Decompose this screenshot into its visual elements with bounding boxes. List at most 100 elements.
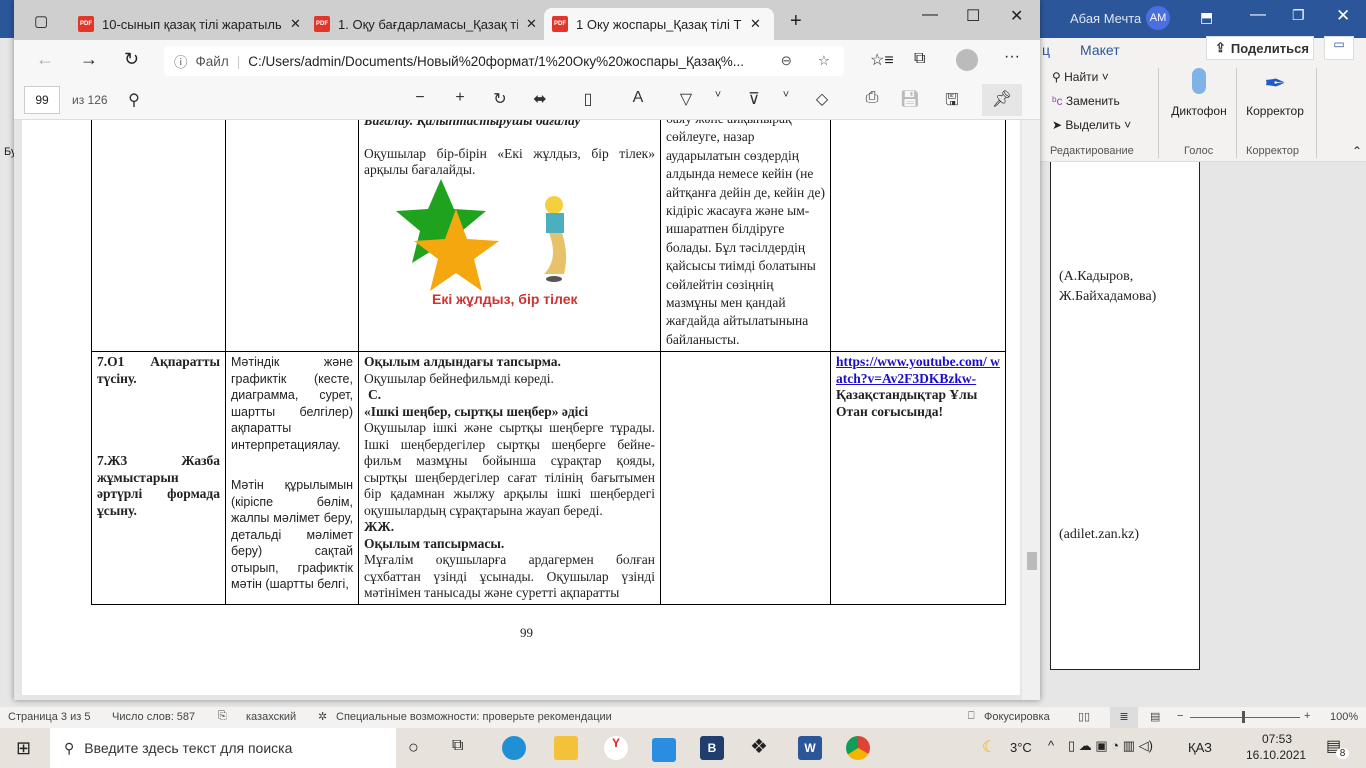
word-app-icon[interactable]: W [798, 736, 822, 760]
clock-date[interactable]: 16.10.2021 [1246, 748, 1306, 762]
tab-3-active[interactable]: PDF1 Оку жоспары_Қазақ тілі Т1_7✕ [544, 8, 774, 40]
tray-icons[interactable]: ▯ ☁ ▣ ◔ ▥ ◁) [1068, 738, 1153, 754]
tab-layout[interactable]: Макет [1080, 42, 1120, 58]
back-icon[interactable]: ← [36, 49, 54, 70]
draw-icon[interactable]: ▽ [674, 89, 698, 109]
avatar[interactable]: АМ [1146, 6, 1170, 30]
eraser-icon[interactable]: ◇ [810, 89, 834, 109]
refresh-icon[interactable]: ↻ [124, 49, 139, 70]
word-ribbon: ц Макет ⇪ Поделиться ▭ ⚲ Найти ˅ ᵇc Замен… [1040, 36, 1366, 162]
close-tab-icon[interactable]: ✕ [750, 16, 761, 32]
file-explorer-icon[interactable] [554, 736, 578, 760]
print-layout-icon[interactable]: ≣ [1110, 707, 1138, 728]
chevron-down-icon[interactable]: ˅ [774, 89, 798, 101]
zoom-level[interactable]: 100% [1330, 711, 1358, 723]
new-tab-icon[interactable]: + [790, 10, 802, 33]
focus-mode[interactable]: Фокусировка [984, 711, 1050, 723]
share-icon: ⇪ [1215, 40, 1226, 55]
save-icon[interactable]: 💾︎ [898, 89, 922, 109]
word-count[interactable]: Число слов: 587 [112, 711, 195, 723]
page-count[interactable]: Страница 3 из 5 [8, 711, 90, 723]
task-text: Оқушылар бейнефильмді көреді. [364, 370, 554, 386]
favorites-icon[interactable]: ☆≡ [870, 50, 894, 70]
print-icon[interactable]: ⎙ [860, 89, 884, 107]
zoom-icon[interactable]: ⊖ [781, 53, 792, 69]
page-number-input[interactable]: 99 [24, 86, 60, 114]
language[interactable]: казахский [246, 711, 296, 723]
dropbox-icon[interactable]: ❖ [750, 734, 768, 759]
dictate-button[interactable]: Диктофон [1166, 68, 1232, 118]
search-icon: ⚲ [1052, 70, 1065, 84]
chrome-icon[interactable] [846, 736, 870, 760]
b-app-icon[interactable]: B [700, 736, 724, 760]
rotate-icon[interactable]: ↻ [488, 89, 512, 109]
user-name: Абая Мечта [1070, 11, 1142, 26]
maximize-icon[interactable]: ☐ [966, 6, 980, 26]
zoom-out-icon[interactable]: − [408, 89, 432, 107]
scrollbar-thumb[interactable] [1027, 552, 1037, 570]
profile-icon[interactable] [956, 49, 978, 71]
pin-toolbar-icon[interactable]: 📌︎ [982, 84, 1022, 116]
minimize-icon[interactable]: — [1250, 6, 1266, 24]
collections-icon[interactable]: ⧉ [914, 50, 925, 68]
method-text: Оқушылар ішкі және сыртқы шеңберге тұрад… [364, 420, 655, 518]
mail-icon[interactable] [652, 738, 676, 762]
share-button[interactable]: ⇪ Поделиться [1206, 36, 1314, 60]
fit-width-icon[interactable]: ⬌ [528, 89, 552, 109]
tab-1[interactable]: PDF10-сынып қазақ тілі жаратылыстану✕ [70, 8, 309, 40]
comments-button[interactable]: ▭ [1324, 36, 1354, 60]
yandex-icon[interactable]: Y [604, 736, 628, 760]
page-view-icon[interactable]: ▯ [576, 89, 600, 109]
zoom-out-button[interactable]: − [1177, 710, 1183, 722]
ribbon-display-icon[interactable]: ⬒ [1200, 9, 1213, 26]
tab-2[interactable]: PDF 1. Оқу бағдарламасы_Қазақ тілі ✕ [306, 8, 545, 40]
zoom-in-button[interactable]: + [1304, 710, 1310, 722]
proofing-icon[interactable]: ⎘ [218, 710, 227, 723]
criteria-1: Мәтіндік және графиктік (кесте, диаграмм… [231, 355, 353, 452]
replace-button[interactable]: ᵇc Заменить [1052, 94, 1120, 108]
weather-moon-icon[interactable]: ☾ [982, 737, 996, 757]
collapse-ribbon-icon[interactable]: ⌃ [1352, 144, 1362, 158]
zoom-in-icon[interactable]: + [448, 89, 472, 107]
weather-temp[interactable]: 3°C [1010, 740, 1032, 755]
input-language[interactable]: ҚАЗ [1188, 740, 1212, 755]
chevron-down-icon[interactable]: ˅ [706, 89, 730, 101]
address-bar[interactable]: ⓘ Файл | C:/Users/admin/Documents/Новый%20ф… [164, 46, 844, 76]
find-button[interactable]: ⚲ Найти ˅ [1052, 70, 1109, 84]
zoom-slider-thumb[interactable] [1242, 711, 1245, 723]
forward-icon[interactable]: → [80, 49, 98, 70]
search-icon[interactable]: ⚲ [122, 90, 146, 110]
reading-text: Мұғалім оқушыларға ардагермен болған сұх… [364, 552, 655, 601]
clock-time[interactable]: 07:53 [1262, 732, 1292, 746]
edge-icon[interactable] [502, 736, 526, 760]
restore-icon[interactable]: ❐ [1292, 7, 1305, 24]
web-layout-icon[interactable]: ▤ [1150, 710, 1160, 723]
save-as-icon[interactable]: 🖫︎ [940, 89, 964, 116]
task-view-icon[interactable]: ⧉ [452, 737, 463, 755]
tab-partial[interactable]: ц [1042, 42, 1050, 58]
read-mode-icon[interactable]: ▯▯ [1078, 710, 1090, 723]
scrollbar[interactable] [1022, 120, 1040, 700]
close-tab-icon[interactable]: ✕ [526, 16, 537, 32]
zoom-slider[interactable] [1190, 711, 1300, 723]
accessibility-status[interactable]: Специальные возможности: проверьте реком… [336, 711, 612, 723]
info-icon[interactable]: ⓘ [174, 51, 188, 71]
tray-overflow-icon[interactable]: ^ [1048, 738, 1054, 753]
add-favorite-icon[interactable]: ☆ [818, 53, 830, 69]
close-icon[interactable]: ✕ [1336, 6, 1350, 26]
minimize-icon[interactable]: — [922, 6, 938, 24]
goal-1: 7.О1 Ақпаратты түсіну. [97, 354, 220, 386]
close-tab-icon[interactable]: ✕ [290, 16, 301, 32]
taskbar-search[interactable]: ⚲ Введите здесь текст для поиска [50, 728, 396, 768]
close-window-icon[interactable]: ✕ [1010, 6, 1023, 26]
read-aloud-icon[interactable]: A [626, 89, 650, 107]
editor-button[interactable]: ✒ Корректор [1240, 68, 1310, 118]
select-button[interactable]: ➤ Выделить ˅ [1052, 118, 1131, 132]
tab-actions-icon[interactable]: ▢ [34, 12, 48, 30]
youtube-link[interactable]: https://www.youtube.com/ watch?v=Av2F3DK… [836, 354, 1000, 387]
cortana-icon[interactable]: ○ [408, 737, 419, 758]
windows-start-icon[interactable]: ⊞ [16, 738, 31, 759]
more-icon[interactable]: ··· [1004, 48, 1020, 66]
url-text[interactable]: C:/Users/admin/Documents/Новый%20формат/… [248, 54, 744, 69]
highlight-icon[interactable]: ⊽ [742, 89, 766, 109]
